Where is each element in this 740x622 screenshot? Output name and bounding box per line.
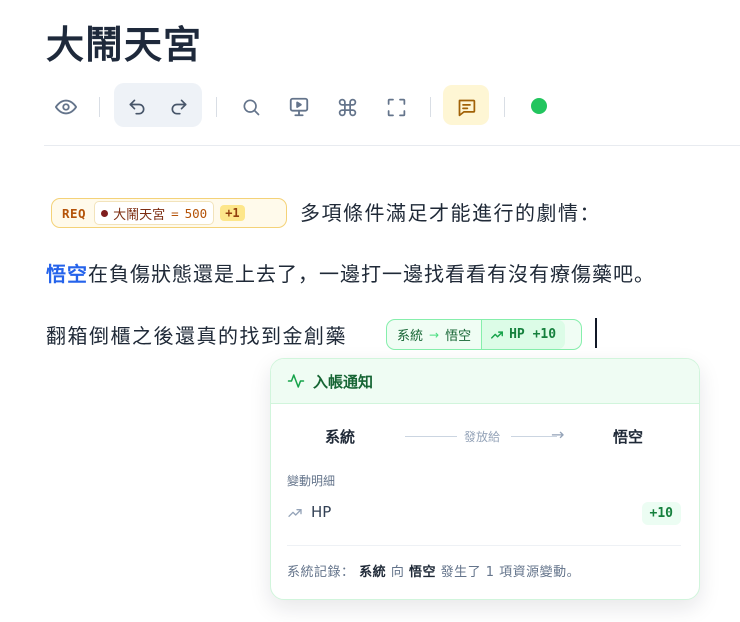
toolbar-divider: [99, 97, 100, 117]
flow-from: 系統: [325, 428, 356, 446]
present-icon[interactable]: [284, 92, 314, 122]
req-condition: 大鬧天宮 = 500: [94, 201, 215, 225]
system-log: 系統記錄： 系統 向 悟空 發生了 1 項資源變動。: [287, 561, 580, 580]
tx-from: 系統: [397, 329, 424, 344]
detail-row: HP +10: [287, 502, 681, 526]
text-cursor: [595, 318, 597, 348]
requirement-chip[interactable]: REQ 大鬧天宮 = 500 +1: [51, 198, 287, 228]
detail-item-name: HP: [311, 503, 332, 521]
toolbar-divider: [430, 97, 431, 117]
log-from: 系統: [359, 565, 387, 580]
notification-popover: 入帳通知 系統 發放給 → 悟空 變動明細 HP +10 系統記錄： 系統 向 …: [270, 358, 700, 600]
story-line-2-text: 在負傷狀態還是上去了，一邊打一邊找看看有沒有療傷藥吧。: [88, 262, 655, 286]
story-line-3: 翻箱倒櫃之後還真的找到金創藥: [46, 324, 347, 348]
search-icon[interactable]: [236, 92, 266, 122]
story-line-2: 悟空在負傷狀態還是上去了，一邊打一邊找看看有沒有療傷藥吧。: [46, 258, 655, 287]
undo-icon[interactable]: [122, 92, 152, 122]
tx-route: 系統 → 悟空: [387, 320, 471, 349]
transfer-flow: 系統 發放給 → 悟空: [271, 404, 699, 466]
tx-to: 悟空: [445, 329, 472, 344]
status-indicator: [531, 98, 547, 114]
log-prefix: 系統記錄：: [287, 565, 355, 580]
req-extra-badge[interactable]: +1: [220, 205, 245, 221]
req-label: REQ: [62, 205, 87, 221]
story-line-1: 多項條件滿足才能進行的劇情：: [300, 201, 601, 225]
req-name: 大鬧天宮: [113, 207, 166, 223]
fullscreen-icon[interactable]: [381, 92, 411, 122]
transaction-chip[interactable]: 系統 → 悟空 HP +10: [386, 319, 582, 350]
popover-header: 入帳通知: [271, 359, 699, 404]
arrow-right-icon: →: [429, 327, 440, 342]
activity-icon: [287, 374, 305, 388]
editor-toolbar: [44, 82, 740, 130]
flow-via: 發放給: [464, 430, 501, 444]
tx-delta: HP +10: [481, 320, 566, 349]
detail-item-delta: +10: [641, 502, 681, 525]
redo-icon[interactable]: [164, 92, 194, 122]
req-operator: =: [171, 205, 179, 221]
arrow-right-icon: →: [551, 425, 565, 444]
trending-up-icon: [288, 509, 302, 517]
popover-title: 入帳通知: [313, 372, 374, 391]
req-dot-icon: [101, 209, 109, 217]
tx-delta-text: HP +10: [509, 327, 557, 342]
log-to: 悟空: [408, 565, 436, 580]
log-suffix: 發生了 1 項資源變動。: [440, 565, 581, 580]
req-value: 500: [184, 205, 208, 221]
comment-icon[interactable]: [451, 92, 481, 122]
header-divider: [44, 145, 740, 146]
page-title: 大鬧天宮: [46, 23, 203, 67]
toolbar-divider: [504, 97, 505, 117]
flow-line: [405, 436, 457, 437]
details-label: 變動明細: [287, 474, 336, 488]
command-icon[interactable]: [332, 92, 362, 122]
character-mention[interactable]: 悟空: [46, 262, 88, 286]
popover-divider: [287, 545, 681, 546]
flow-to: 悟空: [613, 428, 644, 446]
toolbar-divider: [216, 97, 217, 117]
log-mid: 向: [390, 565, 405, 580]
trending-up-icon: [491, 330, 504, 339]
eye-icon[interactable]: [51, 92, 81, 122]
